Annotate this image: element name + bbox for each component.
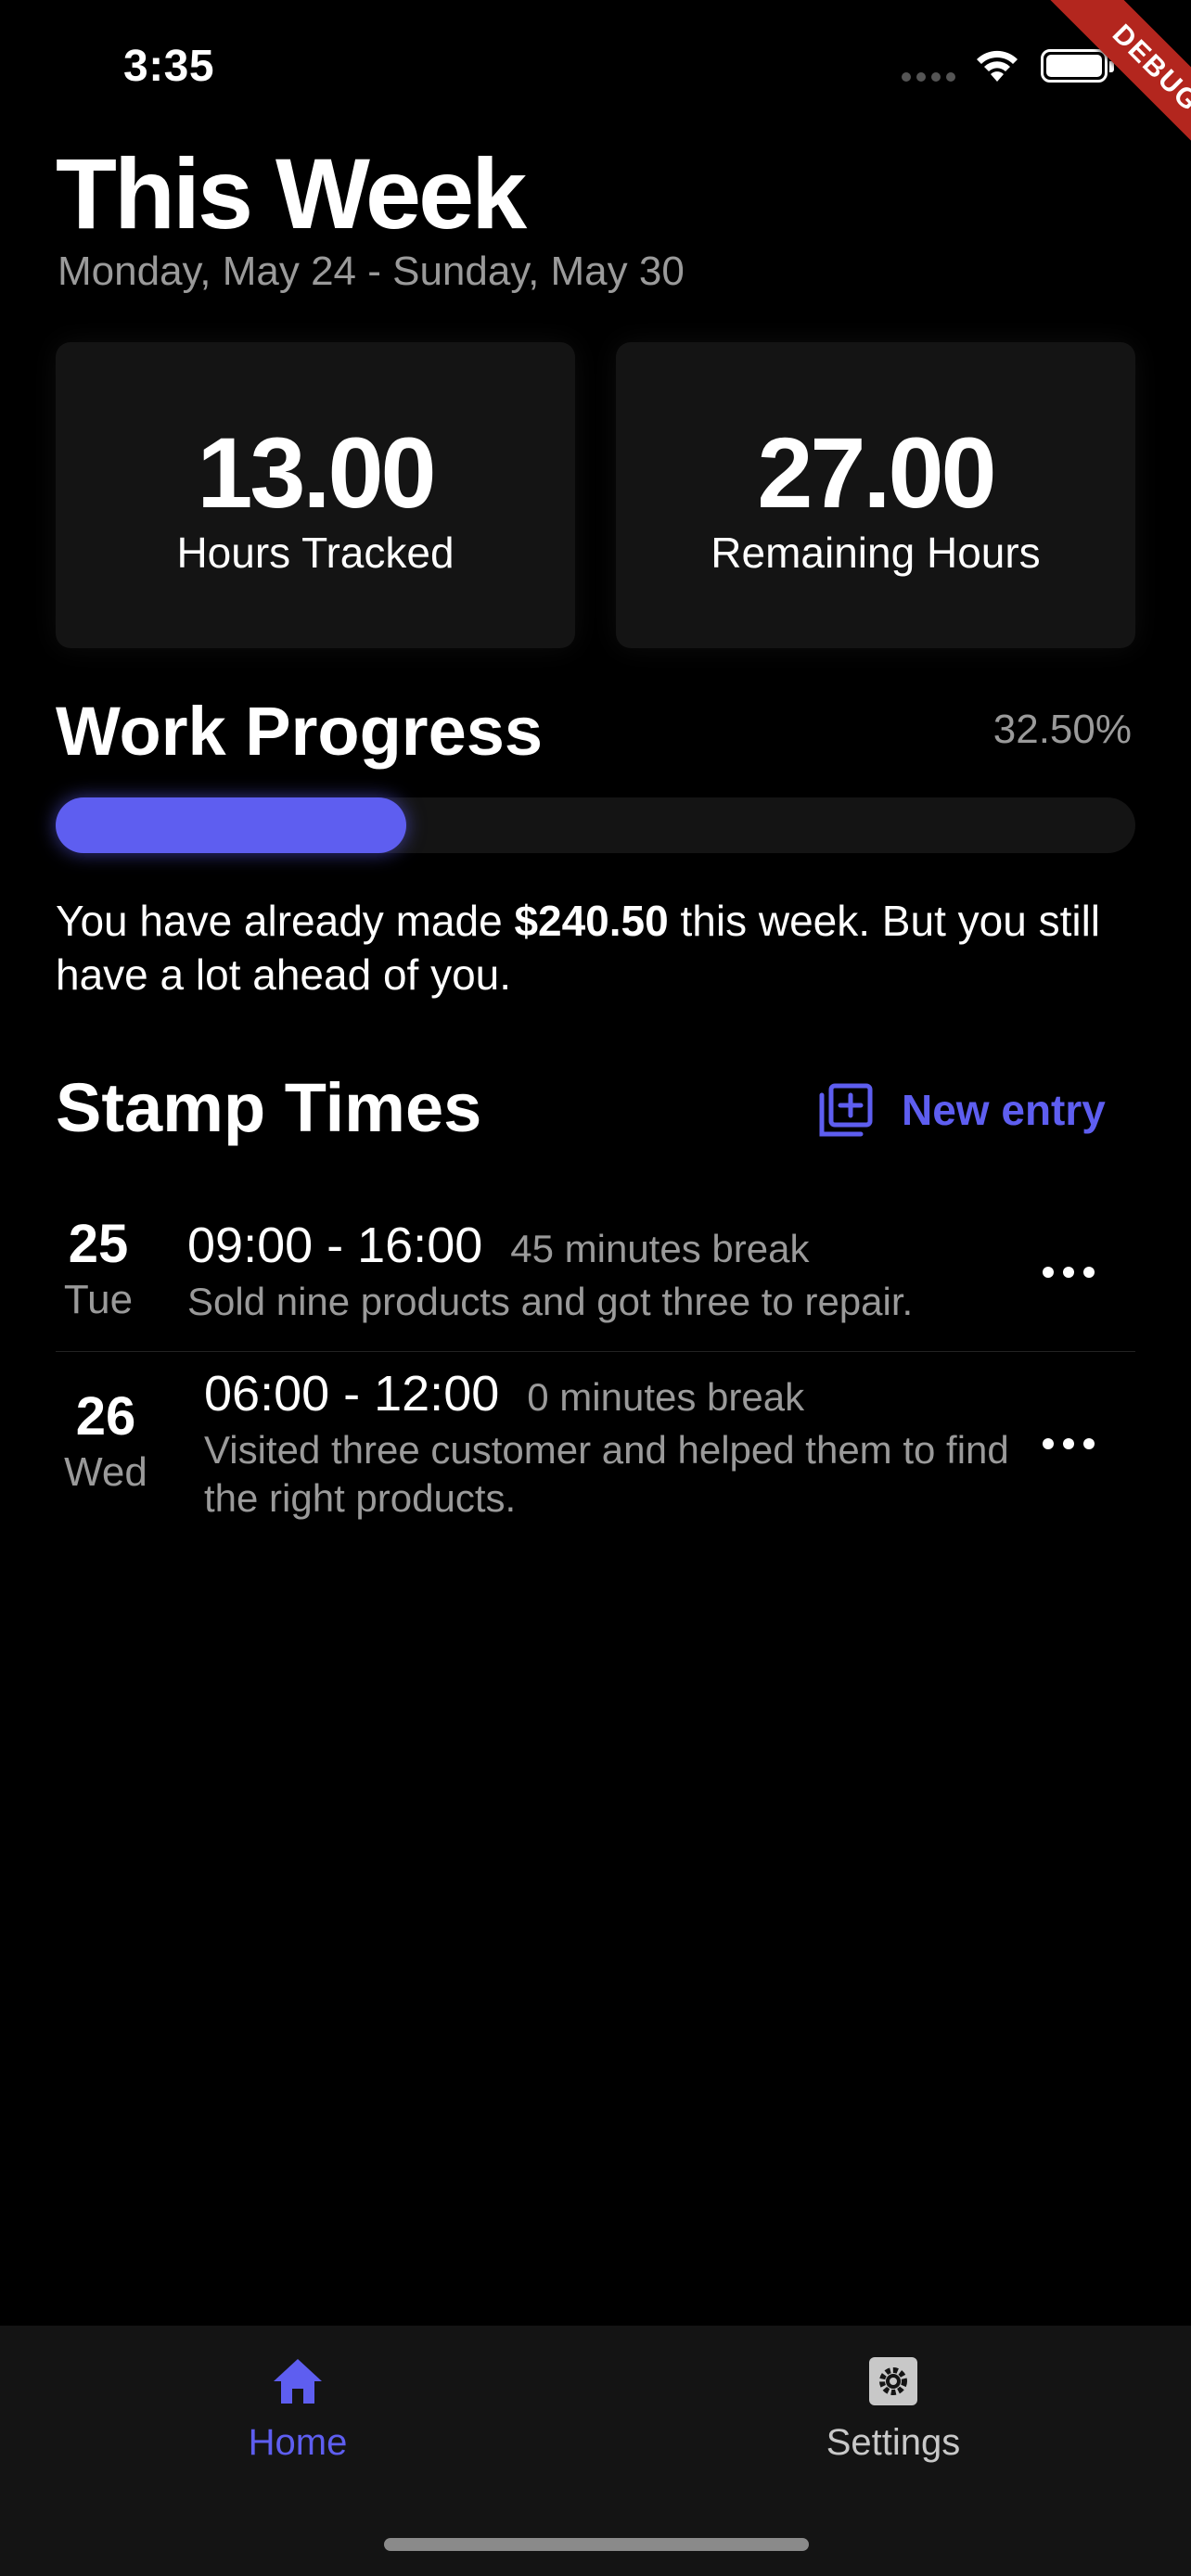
stamp-entry[interactable]: 25 Tue 09:00 - 16:00 45 minutes break Sol… <box>56 1207 1135 1352</box>
stamp-times-title: Stamp Times <box>56 1069 482 1146</box>
date-range: Monday, May 24 - Sunday, May 30 <box>58 249 685 294</box>
more-options-icon[interactable] <box>1043 1435 1095 1453</box>
entry-time-range: 09:00 - 16:00 <box>187 1218 483 1273</box>
earnings-amount: $240.50 <box>514 897 669 945</box>
progress-bar <box>56 797 1135 853</box>
hours-tracked-card: 13.00 Hours Tracked <box>56 342 575 648</box>
entry-description: Visited three customer and helped them t… <box>204 1428 1009 1520</box>
stamp-entry[interactable]: 26 Wed 06:00 - 12:00 0 minutes break Visi… <box>56 1363 1135 1530</box>
entry-details: 06:00 - 12:00 0 minutes break Visited thr… <box>204 1365 1067 1523</box>
nav-home[interactable]: Home <box>159 2353 437 2464</box>
earnings-summary: You have already made $240.50 this week.… <box>56 894 1132 1001</box>
cellular-signal-icon <box>902 72 957 82</box>
remaining-hours-value: 27.00 <box>757 416 996 529</box>
status-bar: 3:35 <box>0 0 1191 139</box>
remaining-hours-card: 27.00 Remaining Hours <box>616 342 1135 648</box>
work-progress-percent: 32.50% <box>992 707 1132 752</box>
new-entry-button[interactable]: New entry <box>816 1079 1106 1141</box>
entry-date: 25 Tue <box>56 1213 141 1323</box>
entry-break: 0 minutes break <box>527 1375 805 1419</box>
hours-tracked-value: 13.00 <box>197 416 436 529</box>
entry-details: 09:00 - 16:00 45 minutes break Sold nine … <box>187 1217 913 1326</box>
entry-weekday: Wed <box>64 1449 147 1495</box>
home-icon <box>274 2359 322 2404</box>
entry-time-range: 06:00 - 12:00 <box>204 1366 500 1422</box>
hours-tracked-label: Hours Tracked <box>176 529 455 577</box>
work-progress-title: Work Progress <box>56 693 544 770</box>
status-time: 3:35 <box>123 42 215 91</box>
gear-icon <box>869 2357 917 2405</box>
entry-weekday: Tue <box>63 1277 134 1322</box>
battery-icon <box>1041 49 1114 83</box>
entry-break: 45 minutes break <box>510 1227 810 1270</box>
more-options-icon[interactable] <box>1043 1263 1095 1282</box>
wifi-icon <box>977 50 1018 82</box>
new-entry-label: New entry <box>902 1086 1106 1134</box>
home-indicator <box>384 2538 809 2551</box>
entry-day-number: 26 <box>75 1386 136 1447</box>
nav-settings-label: Settings <box>826 2422 961 2463</box>
nav-home-label: Home <box>248 2422 348 2463</box>
remaining-hours-label: Remaining Hours <box>711 529 1041 577</box>
page-title: This Week <box>56 137 527 249</box>
entry-description: Sold nine products and got three to repa… <box>187 1280 914 1323</box>
nav-settings[interactable]: Settings <box>754 2353 1032 2464</box>
earnings-text-before: You have already made <box>56 897 515 945</box>
add-entry-icon <box>819 1083 873 1137</box>
entry-day-number: 25 <box>68 1214 129 1274</box>
entry-date: 26 Wed <box>63 1385 148 1496</box>
progress-bar-fill <box>56 797 407 853</box>
